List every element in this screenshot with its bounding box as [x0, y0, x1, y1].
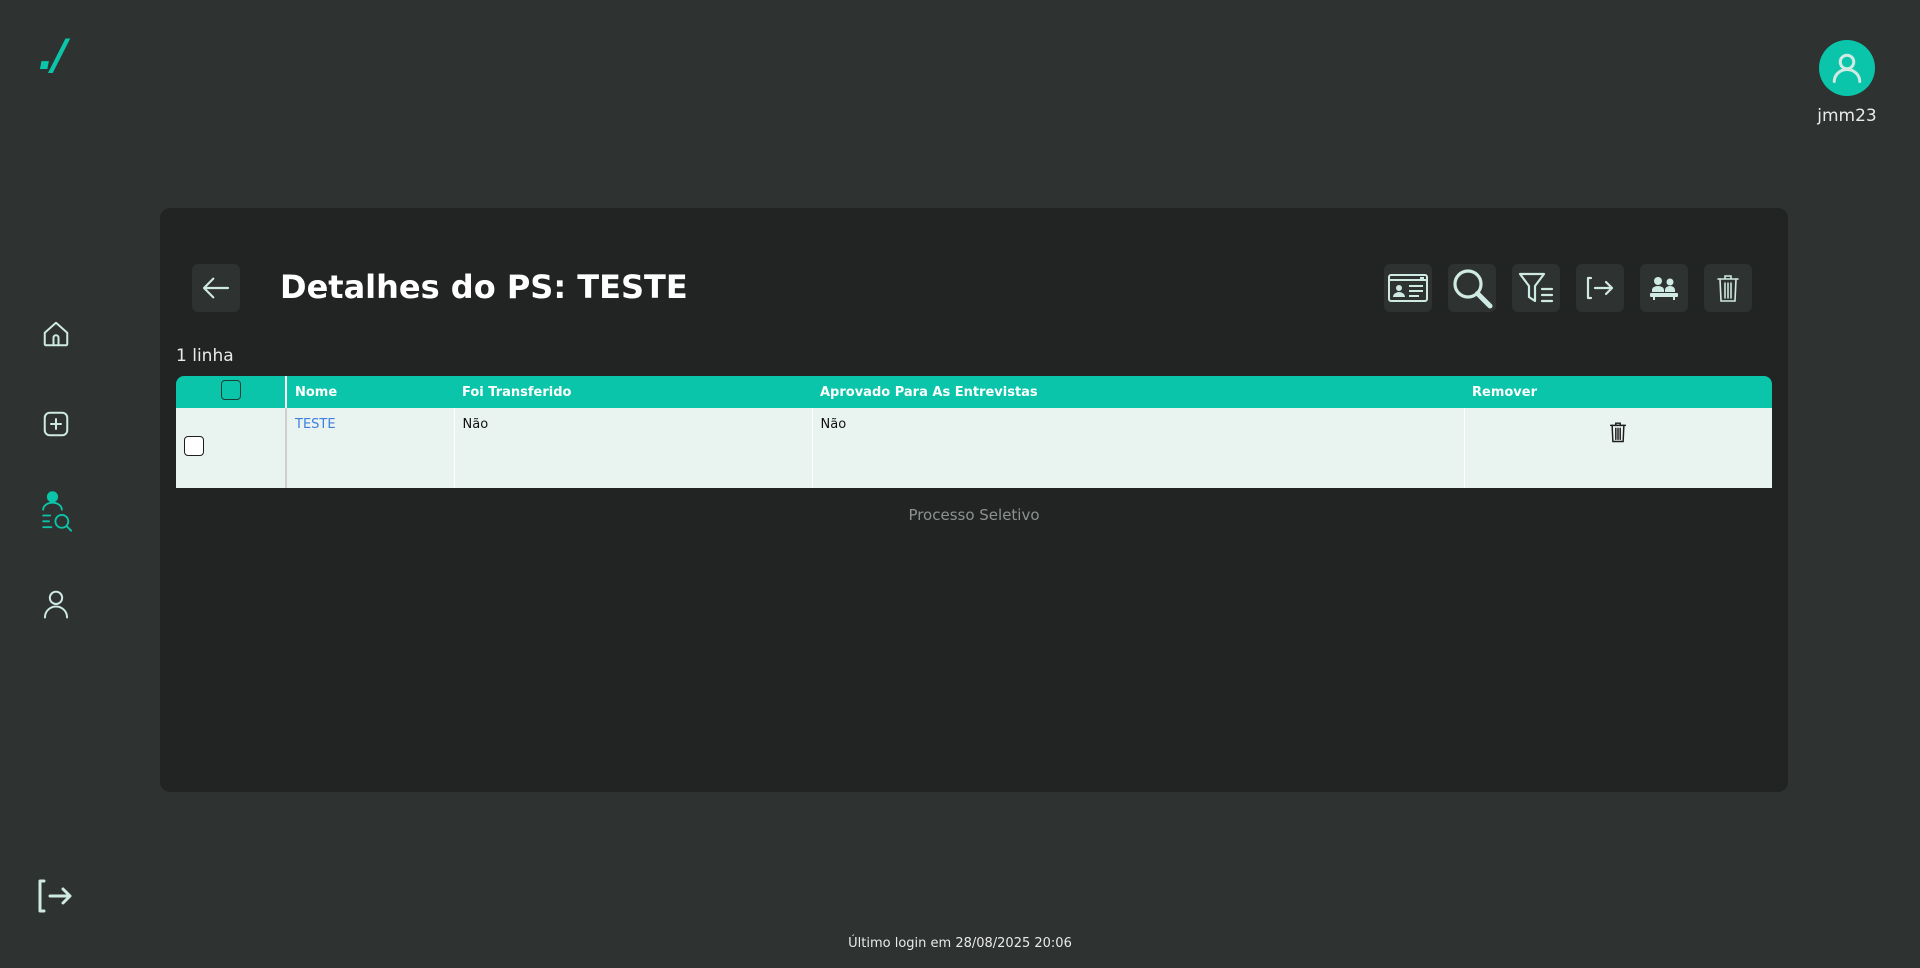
interviews-button[interactable]	[1640, 264, 1688, 312]
column-header-aprovado[interactable]: Aprovado Para As Entrevistas	[812, 376, 1464, 408]
sidebar-item-home[interactable]	[36, 314, 76, 354]
table-header-row: Nome Foi Transferido Aprovado Para As En…	[176, 376, 1772, 408]
column-header-remover[interactable]: Remover	[1464, 376, 1772, 408]
transfer-icon	[1586, 276, 1614, 300]
select-all-checkbox[interactable]	[220, 380, 241, 400]
sidebar-item-profile[interactable]	[36, 584, 76, 624]
column-header-foi-transferido[interactable]: Foi Transferido	[454, 376, 812, 408]
cell-aprovado: Não	[812, 408, 1465, 488]
search-button[interactable]	[1448, 264, 1496, 312]
row-count: 1 linha	[176, 346, 234, 366]
logout-icon	[38, 879, 72, 913]
people-table-icon	[1650, 277, 1678, 300]
column-header-nome[interactable]: Nome	[286, 376, 454, 408]
filter-button[interactable]	[1512, 264, 1560, 312]
row-remove-button[interactable]	[1609, 421, 1627, 447]
table-row: TESTE Não Não	[176, 408, 1772, 488]
sidebar-item-search-person[interactable]	[36, 491, 76, 532]
table-caption: Processo Seletivo	[908, 506, 1040, 524]
last-login-text: Último login em 28/08/2025 20:06	[848, 936, 1072, 951]
row-select-cell	[176, 408, 287, 488]
app-logo[interactable]: ./	[38, 30, 67, 79]
id-card-icon	[1388, 274, 1428, 302]
toolbar	[1384, 264, 1752, 312]
filter-list-icon	[1518, 272, 1554, 303]
name-link[interactable]: TESTE	[295, 417, 336, 432]
home-icon	[43, 321, 69, 347]
transfer-button[interactable]	[1576, 264, 1624, 312]
main-panel: Detalhes do PS: TESTE 1 linha Nome Foi T…	[160, 208, 1788, 792]
delete-button[interactable]	[1704, 264, 1752, 312]
arrow-left-icon	[202, 277, 230, 299]
cell-remover	[1464, 408, 1772, 488]
user-icon	[43, 590, 69, 619]
avatar[interactable]	[1819, 40, 1875, 96]
cell-nome: TESTE	[286, 408, 455, 488]
select-all-header	[176, 376, 287, 408]
user-profile[interactable]: jmm23	[1814, 40, 1880, 126]
row-checkbox[interactable]	[184, 436, 204, 456]
cell-foi-transferido: Não	[454, 408, 813, 488]
logout-button[interactable]	[36, 876, 76, 916]
user-avatar-icon	[1832, 53, 1862, 83]
data-table: Nome Foi Transferido Aprovado Para As En…	[176, 376, 1772, 488]
plus-square-icon	[43, 411, 69, 437]
person-search-icon	[42, 491, 73, 532]
search-icon	[1453, 269, 1493, 309]
sidebar-item-add[interactable]	[36, 404, 76, 444]
id-card-button[interactable]	[1384, 264, 1432, 312]
page-title: Detalhes do PS: TESTE	[280, 268, 688, 306]
username: jmm23	[1817, 106, 1877, 126]
trash-icon	[1610, 422, 1627, 443]
trash-icon	[1717, 275, 1739, 302]
back-button[interactable]	[192, 264, 240, 312]
